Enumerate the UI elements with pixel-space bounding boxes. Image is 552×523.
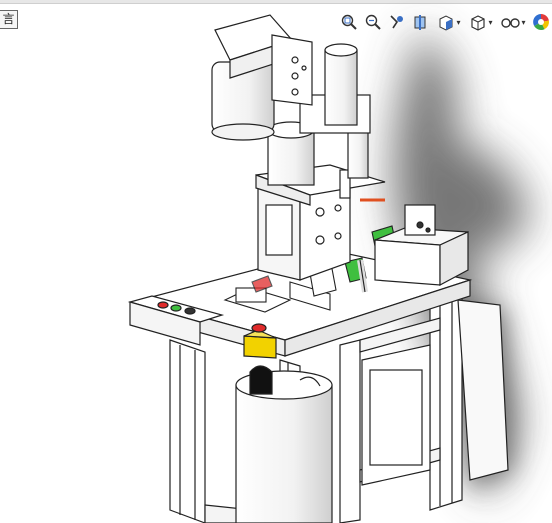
zoom-to-fit-button[interactable] [338,11,360,33]
hide-show-items-button[interactable]: ▾ [498,11,528,33]
hide-show-icon [501,18,521,28]
chevron-down-icon: ▾ [521,17,526,27]
section-view-icon [414,15,426,30]
zoom-to-area-button[interactable] [362,11,384,33]
chevron-down-icon: ▾ [456,17,461,27]
graphics-area[interactable]: 言 ▾ ▾ ▾ [0,0,552,523]
zoom-fit-icon [341,14,357,30]
section-view-button[interactable] [410,11,432,33]
previous-view-button[interactable] [386,11,408,33]
appearance-icon [533,13,550,30]
tank-cylinder [235,365,333,523]
previous-view-icon [390,15,403,29]
servo-motor [211,14,313,141]
view-orientation-button[interactable]: ▾ [434,11,464,33]
model-view[interactable] [0,0,552,523]
heads-up-view-toolbar: ▾ ▾ ▾ [338,9,552,35]
edit-appearance-button[interactable] [530,11,552,33]
display-style-icon [471,15,486,31]
zoom-area-icon [365,14,381,30]
chevron-down-icon: ▾ [488,17,493,27]
view-orientation-icon [439,15,453,31]
display-style-button[interactable]: ▾ [466,11,496,33]
